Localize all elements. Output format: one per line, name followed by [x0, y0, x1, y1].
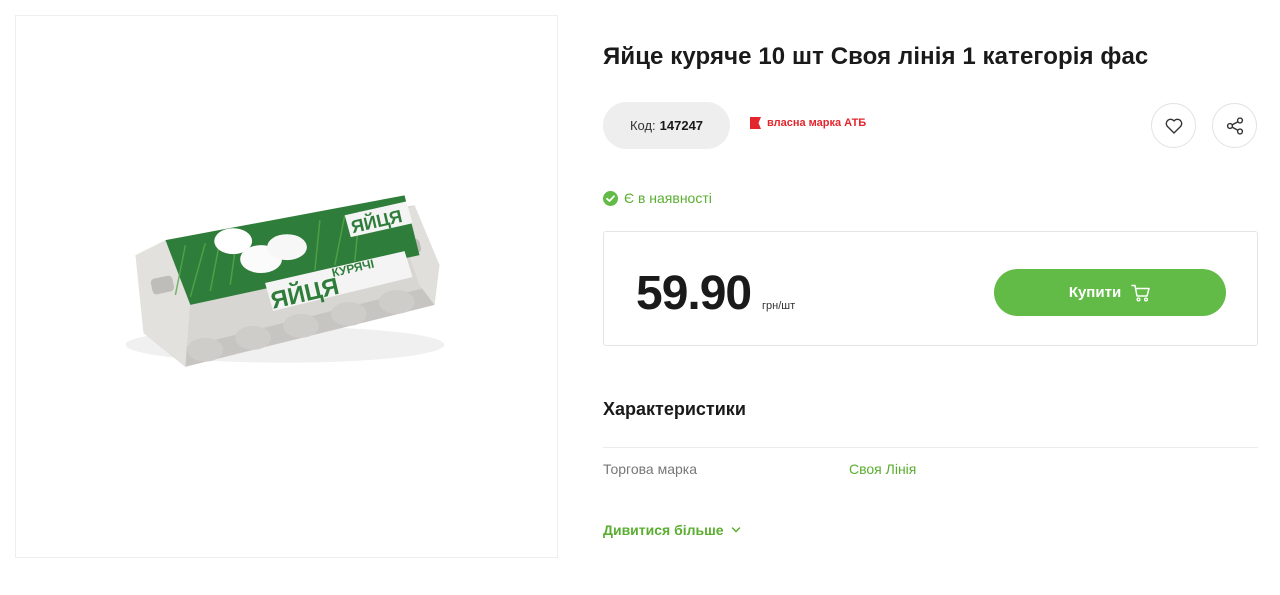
stock-status-label: Є в наявності [624, 190, 712, 206]
stock-status: Є в наявності [603, 190, 712, 206]
characteristic-value-link[interactable]: Своя Лінія [849, 461, 916, 477]
share-icon [1226, 116, 1243, 135]
favorite-button[interactable] [1151, 103, 1196, 148]
characteristic-name: Торгова марка [603, 461, 697, 477]
characteristics-title: Характеристики [603, 399, 746, 419]
product-info: Яйце куряче 10 шт Своя лінія 1 категорія… [603, 0, 1258, 595]
show-more-link[interactable]: Дивитися більше [603, 522, 741, 538]
characteristics-divider [603, 447, 1258, 448]
price-value: 59.90 [636, 267, 752, 320]
cart-icon [1131, 284, 1150, 302]
product-code-pill: Код: 147247 [603, 102, 730, 149]
product-image-panel[interactable]: ЯЙЦЯ КУРЯЧІ ЯЙЦЯ [15, 15, 558, 558]
price-box: 59.90 грн/шт Купити [603, 231, 1258, 346]
show-more-label: Дивитися більше [603, 522, 724, 538]
product-code-value: 147247 [659, 118, 704, 133]
check-circle-icon [603, 190, 618, 206]
product-image[interactable]: ЯЙЦЯ КУРЯЧІ ЯЙЦЯ [16, 16, 557, 557]
chevron-down-icon [731, 527, 740, 533]
product-code-label: Код: [629, 118, 656, 133]
buy-button-label: Купити [1068, 284, 1122, 301]
heart-icon [1165, 118, 1182, 134]
product-title: Яйце куряче 10 шт Своя лінія 1 категорія… [603, 43, 1149, 70]
flag-icon [750, 117, 761, 129]
share-button[interactable] [1212, 103, 1257, 148]
price-unit: грн/шт [762, 300, 796, 312]
buy-button[interactable]: Купити [994, 269, 1226, 316]
own-brand-tag: власна марка АТБ [750, 117, 866, 129]
own-brand-label: власна марка АТБ [767, 117, 867, 129]
